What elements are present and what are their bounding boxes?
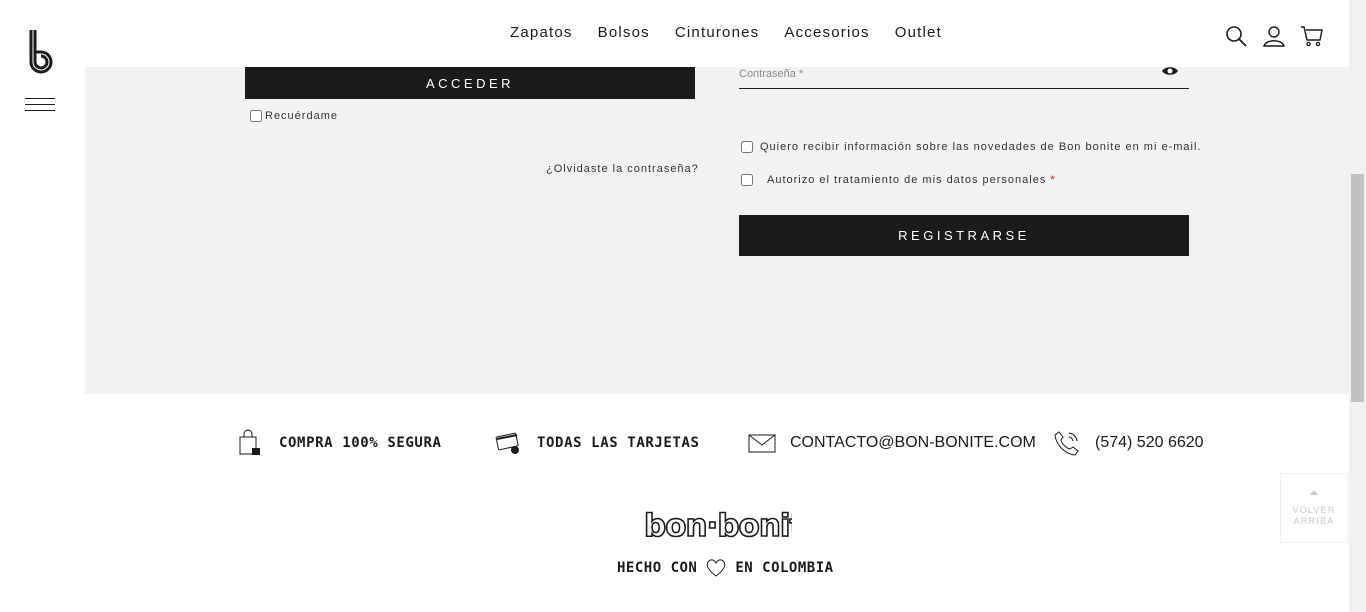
required-mark: * — [1050, 174, 1056, 186]
remember-me-checkbox[interactable] — [250, 110, 262, 122]
forgot-password-link[interactable]: ¿Olvidaste la contraseña? — [546, 163, 699, 175]
nav-accesorios[interactable]: Accesorios — [784, 24, 869, 41]
feature-phone: (574) 520 6620 — [1053, 429, 1204, 457]
feature-cards: TODAS LAS TARJETAS — [495, 429, 700, 457]
top-header: Zapatos Bolsos Cinturones Accesorios Out… — [85, 0, 1349, 67]
search-icon[interactable] — [1224, 24, 1248, 48]
feature-secure: COMPRA 100% SEGURA — [237, 429, 442, 457]
header-icons — [1224, 24, 1324, 48]
newsletter-label: Quiero recibir información sobre las nov… — [760, 141, 1202, 153]
remember-me[interactable]: Recuérdame — [250, 110, 338, 122]
contact-email-link[interactable]: CONTACTO@BON-BONITE.COM — [790, 434, 1036, 452]
back-to-top-label: VOLVER ARRIBA — [1292, 504, 1336, 526]
secure-bag-icon — [239, 429, 260, 455]
privacy-option[interactable]: Autorizo el tratamiento de mis datos per… — [741, 174, 1056, 186]
arrow-up-icon — [1310, 489, 1318, 495]
nav-outlet[interactable]: Outlet — [895, 24, 942, 41]
privacy-label: Autorizo el tratamiento de mis datos per… — [767, 174, 1056, 186]
cart-icon[interactable] — [1300, 24, 1324, 48]
scrollbar-thumb[interactable] — [1351, 174, 1364, 402]
register-submit-button[interactable]: REGISTRARSE — [739, 215, 1189, 256]
remember-me-label: Recuérdame — [265, 110, 338, 122]
made-with-after: EN COLOMBIA — [735, 560, 834, 576]
page-scrollbar[interactable] — [1349, 0, 1366, 612]
left-rail — [0, 0, 85, 612]
user-icon[interactable] — [1262, 24, 1286, 48]
nav-cinturones[interactable]: Cinturones — [675, 24, 760, 41]
privacy-checkbox[interactable] — [741, 174, 753, 186]
feature-contact: CONTACTO@BON-BONITE.COM — [748, 429, 1036, 457]
footer-logo-text: bon·bonite — [644, 508, 792, 544]
credit-card-icon — [495, 432, 519, 454]
login-submit-button[interactable]: ACCEDER — [245, 67, 695, 99]
menu-icon[interactable] — [25, 98, 55, 114]
nav-zapatos[interactable]: Zapatos — [510, 24, 573, 41]
newsletter-option[interactable]: Quiero recibir información sobre las nov… — [741, 141, 1201, 153]
made-with-before: HECHO CON — [617, 560, 698, 576]
phone-icon — [1054, 431, 1079, 456]
newsletter-checkbox[interactable] — [741, 141, 753, 153]
footer-logo[interactable]: bon·bonite — [644, 508, 792, 544]
brand-logo-icon[interactable] — [25, 28, 57, 78]
back-to-top-button[interactable]: VOLVER ARRIBA — [1280, 473, 1348, 543]
nav-bolsos[interactable]: Bolsos — [598, 24, 650, 41]
made-with-love: HECHO CON EN COLOMBIA — [617, 558, 834, 578]
features-bar: COMPRA 100% SEGURA TODAS LAS TARJETAS CO… — [85, 394, 1349, 499]
contact-phone-link[interactable]: (574) 520 6620 — [1095, 434, 1204, 452]
feature-cards-label: TODAS LAS TARJETAS — [537, 435, 700, 451]
account-forms: ACCEDER Recuérdame ¿Olvidaste la contras… — [85, 57, 1349, 394]
envelope-icon — [748, 434, 776, 453]
main-nav: Zapatos Bolsos Cinturones Accesorios Out… — [510, 24, 967, 41]
feature-secure-label: COMPRA 100% SEGURA — [279, 435, 442, 451]
heart-icon — [707, 559, 726, 577]
